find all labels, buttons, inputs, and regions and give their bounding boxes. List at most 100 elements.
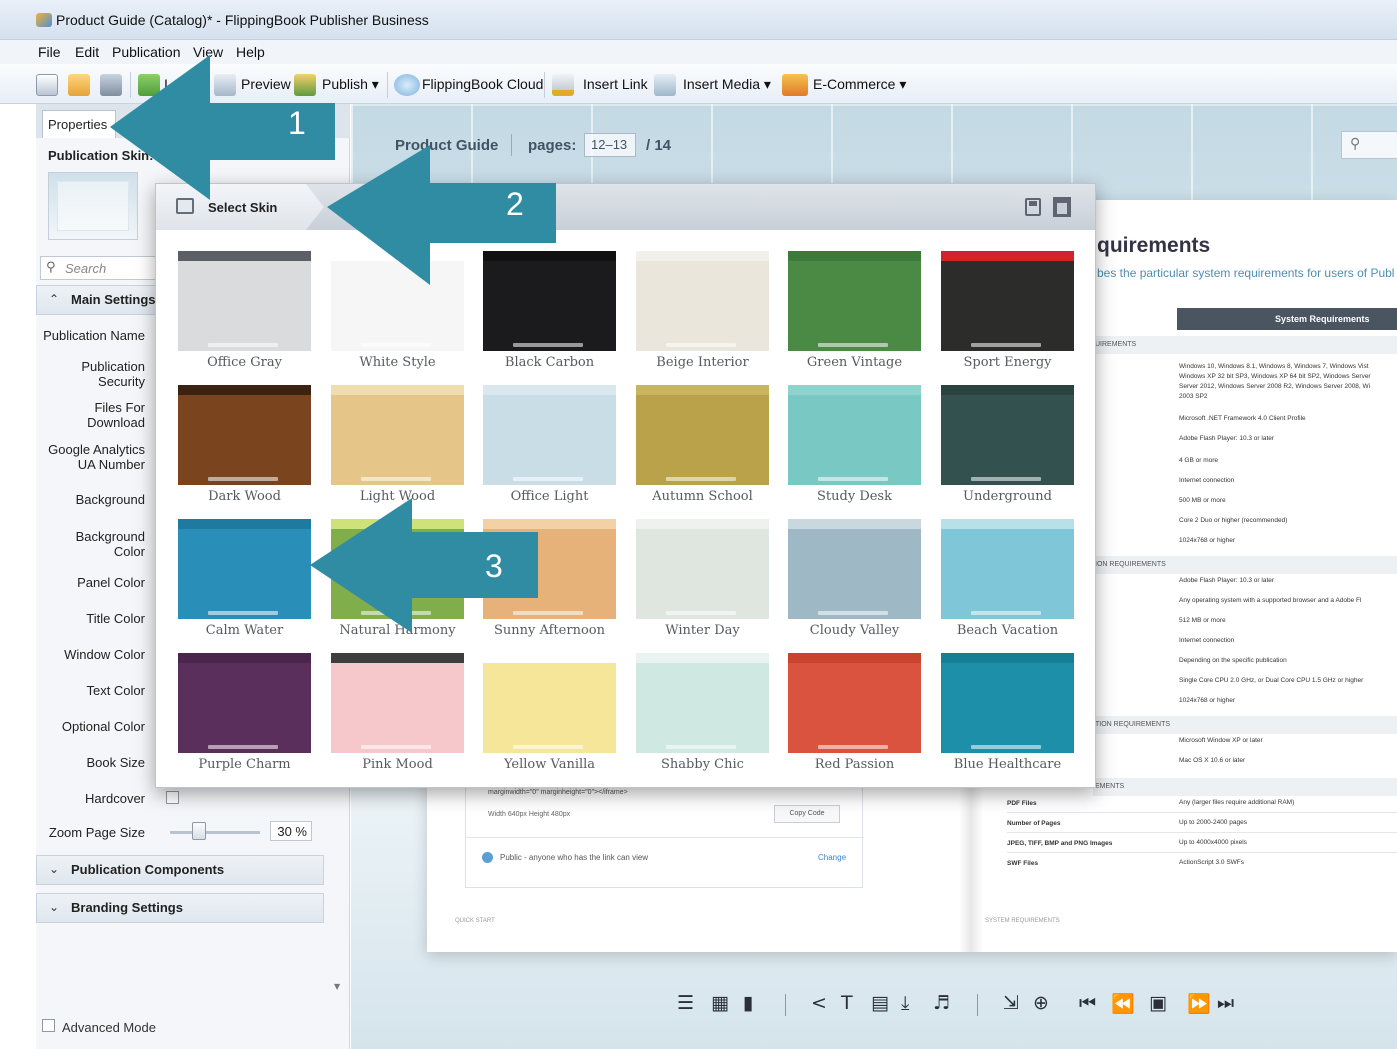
skin-thumbnail[interactable]: [941, 251, 1074, 351]
skin-option[interactable]: Black Carbon: [483, 251, 616, 370]
skin-thumbnail[interactable]: [331, 653, 464, 753]
skin-thumbnail[interactable]: [483, 653, 616, 753]
print-icon[interactable]: ▤: [871, 992, 889, 1014]
next-page-icon[interactable]: ⏩: [1187, 992, 1211, 1015]
save-skin-icon[interactable]: [1025, 198, 1041, 216]
share-icon[interactable]: <: [811, 992, 827, 1014]
skin-option[interactable]: Autumn School: [636, 385, 769, 504]
previous-page-icon[interactable]: ⏪: [1111, 992, 1135, 1015]
skin-thumbnail[interactable]: [483, 251, 616, 351]
zoom-slider-handle[interactable]: [192, 822, 206, 840]
text-icon[interactable]: T: [841, 992, 853, 1014]
copy-code-button[interactable]: Copy Code: [774, 805, 840, 823]
skin-option[interactable]: Beige Interior: [636, 251, 769, 370]
change-visibility-link[interactable]: Change: [818, 853, 846, 862]
tab-properties[interactable]: Properties: [42, 110, 116, 138]
insert-media-button[interactable]: Insert Media ▾: [683, 76, 771, 93]
skin-option[interactable]: Natural Harmony: [331, 519, 464, 638]
insert-link-button[interactable]: Insert Link: [583, 76, 648, 92]
skin-thumbnail[interactable]: [331, 519, 464, 619]
skin-option[interactable]: Winter Day: [636, 519, 769, 638]
open-folder-icon[interactable]: [68, 74, 90, 96]
skin-thumbnail[interactable]: [483, 519, 616, 619]
skin-thumbnail[interactable]: [941, 385, 1074, 485]
last-page-icon[interactable]: ⏭: [1217, 992, 1234, 1014]
flippingbook-cloud-button[interactable]: FlippingBook Cloud: [422, 76, 543, 92]
skin-option[interactable]: Light Wood: [331, 385, 464, 504]
skin-option[interactable]: Shabby Chic: [636, 653, 769, 772]
zoom-value-input[interactable]: 30 %: [270, 821, 312, 841]
skin-thumbnail[interactable]: [178, 653, 311, 753]
import-button[interactable]: I: [164, 76, 168, 92]
skin-option[interactable]: Purple Charm: [178, 653, 311, 772]
scroll-down-arrow[interactable]: ▼: [334, 982, 340, 991]
skin-option[interactable]: Sunny Afternoon: [483, 519, 616, 638]
skin-option[interactable]: Office Light: [483, 385, 616, 504]
ecommerce-button[interactable]: E-Commerce ▾: [813, 76, 906, 93]
preview-icon[interactable]: [214, 74, 236, 96]
skin-thumbnail[interactable]: [331, 385, 464, 485]
delete-skin-icon[interactable]: [1053, 197, 1071, 217]
menu-publication[interactable]: Publication: [112, 44, 181, 60]
skin-thumbnail[interactable]: [636, 251, 769, 351]
sound-icon[interactable]: ♬: [933, 992, 950, 1014]
skin-option[interactable]: Dark Wood: [178, 385, 311, 504]
publish-icon[interactable]: [294, 74, 316, 96]
new-project-icon[interactable]: [36, 74, 58, 96]
skin-option[interactable]: Beach Vacation: [941, 519, 1074, 638]
skin-option[interactable]: Sport Energy: [941, 251, 1074, 370]
skin-thumbnail[interactable]: [178, 251, 311, 351]
publish-button[interactable]: Publish ▾: [322, 76, 379, 93]
skin-option[interactable]: Red Passion: [788, 653, 921, 772]
skin-thumbnail[interactable]: [178, 385, 311, 485]
skin-thumbnail[interactable]: [788, 653, 921, 753]
skin-thumbnail[interactable]: [636, 653, 769, 753]
bookmark-icon[interactable]: ▮: [743, 992, 753, 1014]
download-icon[interactable]: ⤓: [901, 992, 909, 1014]
toc-icon[interactable]: ☰: [677, 992, 694, 1014]
skin-thumbnail[interactable]: [483, 385, 616, 485]
import-icon[interactable]: [138, 74, 160, 96]
skin-option[interactable]: White Style: [331, 251, 464, 370]
fullscreen-icon[interactable]: ⇲: [1003, 992, 1019, 1014]
skin-thumbnail[interactable]: [331, 251, 464, 351]
skin-thumbnail[interactable]: [788, 519, 921, 619]
skin-option[interactable]: Underground: [941, 385, 1074, 504]
current-skin-thumbnail[interactable]: [48, 172, 138, 240]
publication-components-header[interactable]: ⌄ Publication Components: [36, 855, 324, 885]
save-icon[interactable]: [100, 74, 122, 96]
skin-thumbnail[interactable]: [788, 385, 921, 485]
menu-edit[interactable]: Edit: [75, 44, 99, 60]
skin-option[interactable]: Pink Mood: [331, 653, 464, 772]
skin-option[interactable]: Blue Healthcare: [941, 653, 1074, 772]
skin-option[interactable]: Cloudy Valley: [788, 519, 921, 638]
shopping-cart-icon[interactable]: [782, 74, 808, 96]
branding-settings-header[interactable]: ⌄ Branding Settings: [36, 893, 324, 923]
advanced-mode-checkbox[interactable]: [42, 1019, 55, 1032]
skin-option[interactable]: Green Vintage: [788, 251, 921, 370]
skin-thumbnail[interactable]: [788, 251, 921, 351]
viewer-search-button[interactable]: ⚲: [1341, 131, 1397, 159]
menu-help[interactable]: Help: [236, 44, 265, 60]
thumbnails-icon[interactable]: ▦: [711, 992, 729, 1014]
skin-option[interactable]: Yellow Vanilla: [483, 653, 616, 772]
insert-media-icon[interactable]: [654, 74, 676, 96]
first-page-icon[interactable]: ⏮: [1079, 992, 1096, 1014]
cloud-icon[interactable]: [394, 74, 420, 96]
zoom-slider-track[interactable]: [170, 831, 260, 834]
menu-file[interactable]: File: [38, 44, 61, 60]
skin-option[interactable]: Study Desk: [788, 385, 921, 504]
skin-thumbnail[interactable]: [636, 519, 769, 619]
zoom-in-icon[interactable]: ⊕: [1033, 992, 1049, 1014]
skin-option[interactable]: Calm Water: [178, 519, 311, 638]
skin-option[interactable]: Office Gray: [178, 251, 311, 370]
preview-button[interactable]: Preview: [241, 76, 291, 92]
skin-thumbnail[interactable]: [941, 653, 1074, 753]
page-number-input[interactable]: 12–13: [584, 133, 636, 157]
menu-view[interactable]: View: [193, 44, 223, 60]
hardcover-checkbox[interactable]: [166, 791, 179, 804]
insert-link-icon[interactable]: [552, 74, 574, 96]
skin-thumbnail[interactable]: [636, 385, 769, 485]
skin-thumbnail[interactable]: [178, 519, 311, 619]
page-view-icon[interactable]: ▣: [1149, 992, 1167, 1014]
